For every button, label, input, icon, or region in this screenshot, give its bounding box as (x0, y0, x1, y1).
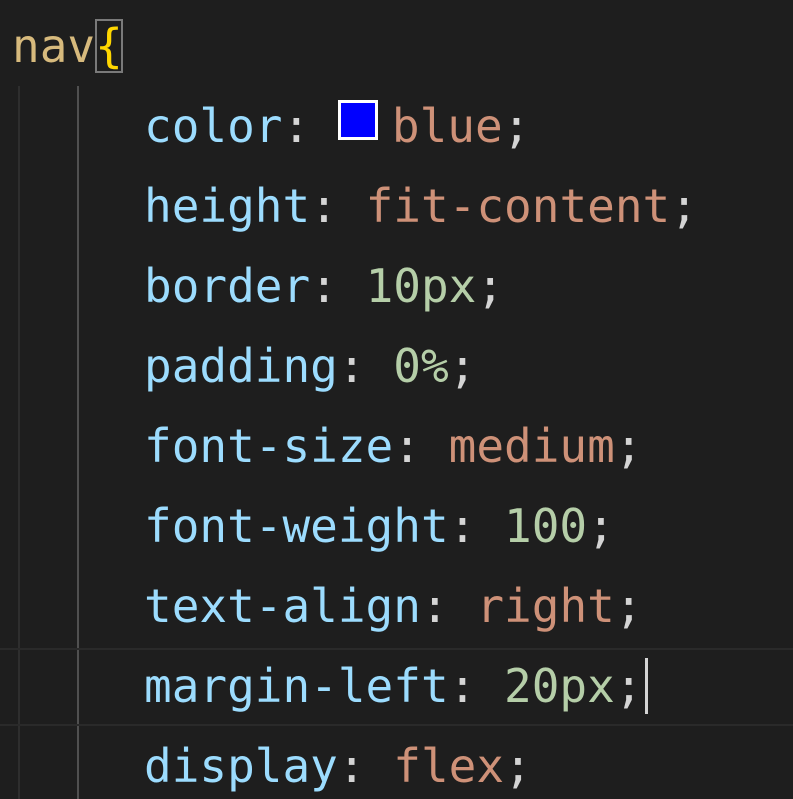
css-value: 10px (365, 259, 477, 313)
semicolon: ; (614, 419, 643, 473)
css-value: 0% (393, 339, 449, 393)
css-selector: nav (12, 19, 96, 73)
css-property: text-align (144, 579, 421, 633)
css-property: border (144, 259, 311, 313)
semicolon: ; (448, 339, 477, 393)
css-value: 100 (504, 499, 588, 553)
css-property: font-size (144, 419, 394, 473)
colon: : (337, 739, 366, 793)
colon: : (393, 419, 421, 473)
code-editor[interactable]: nav{ color: blue; height: fit-content; b… (0, 0, 793, 799)
css-value: flex (393, 739, 505, 793)
colon: : (310, 179, 338, 233)
css-value: medium (448, 419, 615, 473)
code-line-border[interactable]: border: 10px; (144, 246, 504, 326)
colon: : (337, 339, 366, 393)
colon: : (448, 659, 477, 713)
semicolon: ; (502, 99, 531, 153)
css-value: 20px (504, 659, 615, 713)
semicolon: ; (476, 259, 505, 313)
code-line-text-align[interactable]: text-align: right; (144, 566, 643, 646)
css-property: color (144, 99, 283, 153)
code-line-selector[interactable]: nav{ (12, 6, 123, 86)
color-swatch-icon[interactable] (337, 99, 378, 140)
code-line-height[interactable]: height: fit-content; (144, 166, 698, 246)
css-property: display (144, 739, 338, 793)
colon: : (310, 259, 338, 313)
colon: : (420, 579, 449, 633)
css-value: right (476, 579, 615, 633)
code-line-color[interactable]: color: blue; (144, 86, 530, 166)
semicolon: ; (504, 739, 532, 793)
text-cursor (644, 657, 648, 714)
colon: : (448, 499, 477, 553)
semicolon: ; (614, 579, 643, 633)
semicolon: ; (614, 659, 643, 713)
code-line-font-size[interactable]: font-size: medium; (144, 406, 643, 486)
css-property: margin-left (144, 659, 449, 713)
css-property: font-weight (144, 499, 449, 553)
code-line-font-weight[interactable]: font-weight: 100; (144, 486, 615, 566)
css-value: blue (391, 99, 503, 153)
open-brace: { (95, 19, 123, 73)
colon: : (282, 99, 311, 153)
css-property: padding (144, 339, 338, 393)
css-property: height (144, 179, 311, 233)
code-line-display[interactable]: display: flex; (144, 726, 532, 799)
css-value: fit-content (365, 179, 671, 233)
semicolon: ; (587, 499, 615, 553)
semicolon: ; (670, 179, 698, 233)
code-line-margin-left[interactable]: margin-left: 20px; (144, 646, 648, 726)
code-line-padding[interactable]: padding: 0%; (144, 326, 476, 406)
